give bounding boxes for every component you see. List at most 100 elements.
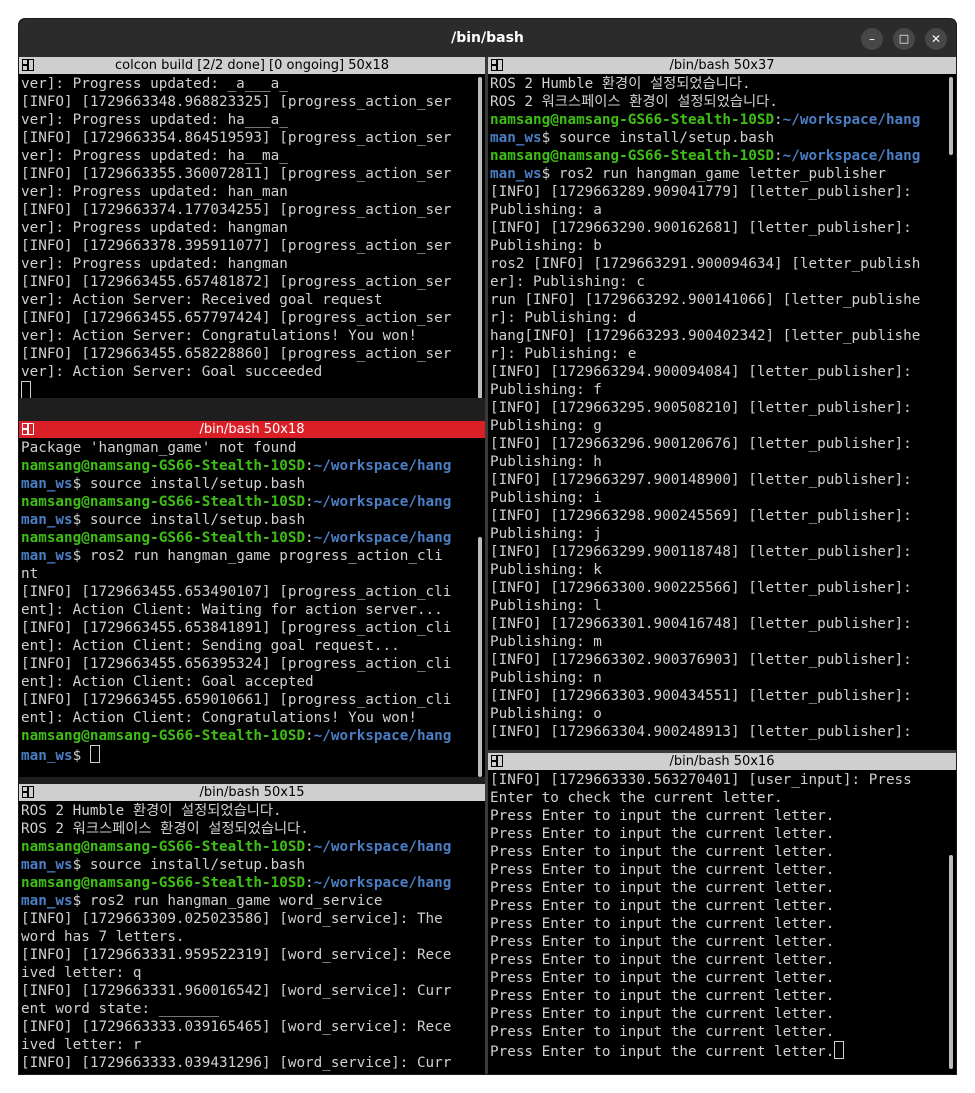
terminal-line: namsang@namsang-GS66-Stealth-10SD:~/work… — [21, 727, 475, 745]
line-text: ent word state: _______ — [21, 1001, 219, 1017]
pane-divider[interactable] — [488, 750, 956, 753]
prompt-user: namsang@namsang-GS66-Stealth-10SD — [21, 728, 306, 744]
terminal-line: Press Enter to input the current letter. — [490, 987, 946, 1005]
window-titlebar[interactable]: /bin/bash – □ ✕ — [19, 19, 956, 57]
line-text: ROS 2 워크스페이스 환경이 설정되었습니다. — [490, 94, 778, 110]
prompt-path: man_ws — [21, 748, 73, 763]
prompt-path: man_ws — [490, 166, 542, 182]
terminal-output[interactable]: ver]: Progress updated: _a___a_ [INFO] [1… — [21, 75, 475, 398]
pane-divider[interactable] — [19, 777, 485, 784]
maximize-button[interactable]: □ — [893, 28, 915, 50]
line-text: [INFO] [1729663455.657481872] [progress_… — [21, 274, 452, 290]
text-cursor — [21, 381, 31, 398]
minimize-button[interactable]: – — [861, 28, 883, 50]
scrollbar[interactable] — [478, 77, 482, 398]
line-text: ent]: Action Client: Congratulations! Yo… — [21, 710, 417, 726]
split-icon[interactable] — [491, 755, 503, 767]
terminal-line: man_ws$ source install/setup.bash — [21, 511, 475, 529]
terminal-line: man_ws$ ros2 run hangman_game word_servi… — [21, 892, 475, 910]
line-text: Press Enter to input the current letter. — [490, 916, 835, 932]
terminal-line: namsang@namsang-GS66-Stealth-10SD:~/work… — [21, 529, 475, 547]
line-text: Publishing: f — [490, 382, 602, 398]
prompt-path: man_ws — [21, 512, 73, 528]
pane-divider[interactable] — [485, 57, 488, 1074]
terminal-output[interactable]: [INFO] [1729663330.563270401] [user_inpu… — [490, 771, 946, 1074]
line-text: ver]: Progress updated: ha__ma_ — [21, 148, 288, 164]
pane-titlebar-active[interactable]: /bin/bash 50x18 — [19, 421, 485, 438]
prompt-path: ~/workspace/hang — [313, 875, 452, 891]
window-title: /bin/bash — [451, 30, 524, 46]
line-text: : — [774, 112, 783, 128]
line-text: [INFO] [1729663333.039431296] [word_serv… — [21, 1055, 452, 1071]
scrollbar[interactable] — [949, 77, 953, 155]
line-text: [INFO] [1729663303.900434551] [letter_pu… — [490, 688, 912, 704]
line-text: [INFO] [1729663298.900245569] [letter_pu… — [490, 508, 912, 524]
terminal-line: Press Enter to input the current letter. — [490, 951, 946, 969]
line-text: $ ros2 run hangman_game word_service — [72, 893, 383, 909]
line-text: [INFO] [1729663348.968823325] [progress_… — [21, 94, 452, 110]
line-text: [INFO] [1729663295.900508210] [letter_pu… — [490, 400, 912, 416]
line-text: Press Enter to input the current letter. — [490, 880, 835, 896]
line-text: $ source install/setup.bash — [72, 476, 306, 492]
terminal-line: [INFO] [1729663304.900248913] [letter_pu… — [490, 723, 946, 741]
terminal-line: [INFO] [1729663455.657481872] [progress_… — [21, 273, 475, 291]
line-text: ver]: Progress updated: _a___a_ — [21, 76, 288, 92]
line-text: nt — [21, 566, 39, 582]
line-text: $ — [72, 748, 90, 763]
pane-title: /bin/bash 50x37 — [669, 58, 775, 73]
terminal-line: Press Enter to input the current letter. — [490, 879, 946, 897]
terminal-line: [INFO] [1729663290.900162681] [letter_pu… — [490, 219, 946, 237]
line-text: ROS 2 Humble 환경이 설정되었습니다. — [21, 803, 282, 819]
terminal-line: r]: Publishing: e — [490, 345, 946, 363]
terminal-line: [INFO] [1729663300.900225566] [letter_pu… — [490, 579, 946, 597]
terminal-line: ver]: Progress updated: han_man — [21, 183, 475, 201]
scrollbar[interactable] — [478, 537, 482, 777]
prompt-path: man_ws — [21, 857, 73, 873]
scrollbar[interactable] — [949, 855, 953, 1069]
terminal-line: hang[INFO] [1729663293.900402342] [lette… — [490, 327, 946, 345]
line-text: er]: Publishing: c — [490, 274, 645, 290]
pane-divider[interactable] — [19, 398, 485, 421]
prompt-user: namsang@namsang-GS66-Stealth-10SD — [490, 112, 775, 128]
terminal-pane-word-service[interactable]: /bin/bash 50x15 ROS 2 Humble 환경이 설정되었습니다… — [19, 784, 485, 1074]
line-text: Publishing: k — [490, 562, 602, 578]
terminal-line: [INFO] [1729663333.039165465] [word_serv… — [21, 1018, 475, 1036]
terminal-line: r]: Publishing: d — [490, 309, 946, 327]
terminal-pane-progress-client[interactable]: /bin/bash 50x18 Package 'hangman_game' n… — [19, 421, 485, 777]
pane-titlebar[interactable]: colcon build [2/2 done] [0 ongoing] 50x1… — [19, 57, 485, 74]
line-text: : — [305, 458, 314, 474]
line-text: [INFO] [1729663294.900094084] [letter_pu… — [490, 364, 912, 380]
terminal-line: [INFO] [1729663374.177034255] [progress_… — [21, 201, 475, 219]
terminal-pane-colcon[interactable]: colcon build [2/2 done] [0 ongoing] 50x1… — [19, 57, 485, 398]
line-text: Publishing: m — [490, 634, 602, 650]
split-icon[interactable] — [491, 59, 503, 71]
terminal-output[interactable]: Package 'hangman_game' not found namsang@… — [21, 439, 475, 777]
line-text: Publishing: a — [490, 202, 602, 218]
pane-titlebar[interactable]: /bin/bash 50x15 — [19, 784, 485, 801]
terminal-output[interactable]: ROS 2 Humble 환경이 설정되었습니다. ROS 2 워크스페이스 환경… — [490, 75, 946, 750]
terminal-line: [INFO] [1729663301.900416748] [letter_pu… — [490, 615, 946, 633]
terminal-line: man_ws$ source install/setup.bash — [21, 475, 475, 493]
line-text: Publishing: g — [490, 418, 602, 434]
line-text: [INFO] [1729663302.900376903] [letter_pu… — [490, 652, 912, 668]
line-text: $ ros2 run hangman_game letter_publisher — [541, 166, 886, 182]
split-icon[interactable] — [22, 423, 34, 435]
prompt-path: ~/workspace/hang — [313, 494, 452, 510]
terminal-line: Package 'hangman_game' not found — [21, 439, 475, 457]
terminal-line: ent]: Action Client: Sending goal reques… — [21, 637, 475, 655]
split-icon[interactable] — [22, 786, 34, 798]
terminal-line: Publishing: n — [490, 669, 946, 687]
terminal-pane-user-input[interactable]: /bin/bash 50x16 [INFO] [1729663330.56327… — [488, 753, 956, 1074]
pane-titlebar[interactable]: /bin/bash 50x37 — [488, 57, 956, 74]
line-text: [INFO] [1729663297.900148900] [letter_pu… — [490, 472, 912, 488]
line-text: [INFO] [1729663378.395911077] [progress_… — [21, 238, 452, 254]
terminal-line: ver]: Progress updated: _a___a_ — [21, 75, 475, 93]
pane-titlebar[interactable]: /bin/bash 50x16 — [488, 753, 956, 770]
terminal-output[interactable]: ROS 2 Humble 환경이 설정되었습니다. ROS 2 워크스페이스 환경… — [21, 802, 475, 1074]
terminal-line: namsang@namsang-GS66-Stealth-10SD:~/work… — [490, 111, 946, 129]
terminal-line: ived letter: q — [21, 964, 475, 982]
terminal-pane-letter-publisher[interactable]: /bin/bash 50x37 ROS 2 Humble 환경이 설정되었습니다… — [488, 57, 956, 750]
split-icon[interactable] — [22, 59, 34, 71]
close-button[interactable]: ✕ — [925, 28, 947, 50]
terminal-line: [INFO] [1729663455.653841891] [progress_… — [21, 619, 475, 637]
